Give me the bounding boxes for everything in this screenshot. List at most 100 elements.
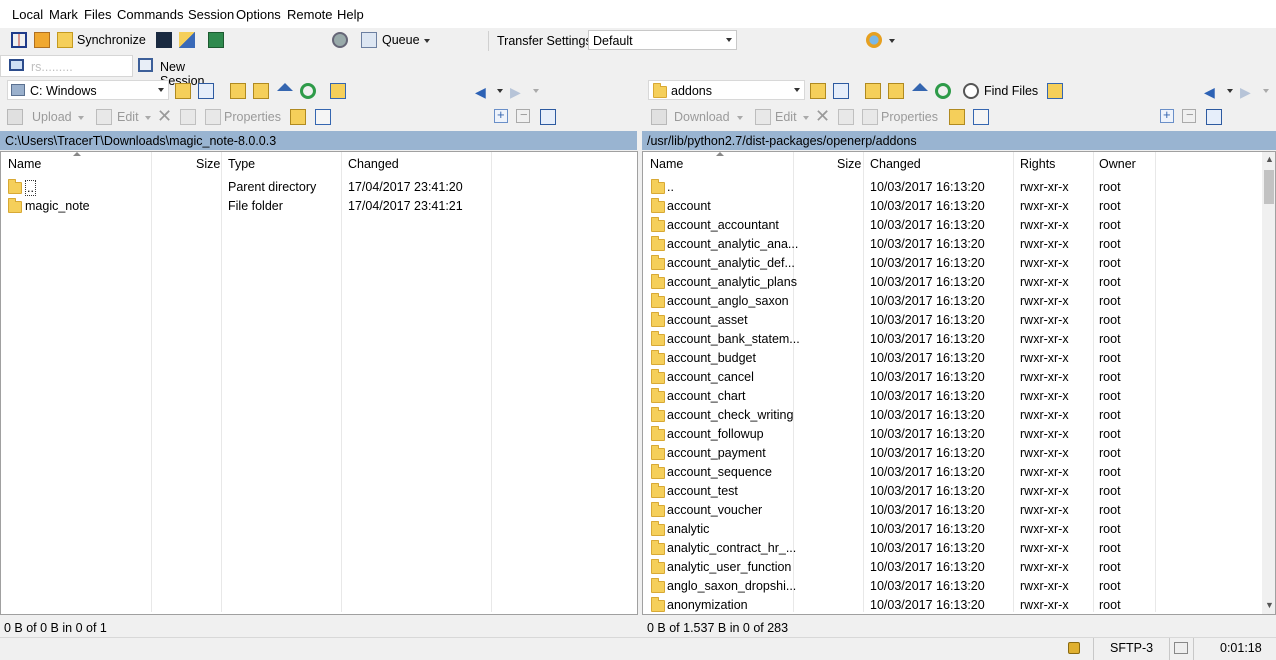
remote-col-name[interactable]: Name (650, 152, 683, 174)
refresh-icon[interactable] (935, 83, 951, 99)
menu-options[interactable]: Options (236, 7, 281, 22)
remote-edit-button[interactable]: Edit (775, 110, 797, 124)
local-path-bar[interactable]: C:\Users\TracerT\Downloads\magic_note-8.… (0, 131, 637, 150)
menu-mark[interactable]: Mark (49, 7, 78, 22)
scrollbar-thumb[interactable] (1264, 170, 1274, 204)
remote-col-rights[interactable]: Rights (1020, 152, 1055, 174)
filter-icon[interactable] (833, 83, 849, 99)
scroll-down-icon[interactable]: ▼ (1265, 600, 1274, 610)
lock-icon[interactable] (1068, 642, 1080, 654)
new-folder-icon[interactable] (949, 109, 965, 125)
local-col-changed[interactable]: Changed (348, 152, 399, 174)
root-directory-icon[interactable] (888, 83, 904, 99)
table-row[interactable]: account_accountant 10/03/2017 16:13:20 rwx… (643, 216, 1261, 235)
table-row[interactable]: analytic 10/03/2017 16:13:20 rwxr-xr-x root (643, 520, 1261, 539)
root-directory-icon[interactable] (253, 83, 269, 99)
find-files-button[interactable]: Find Files (984, 84, 1038, 98)
menu-session[interactable]: Session (188, 7, 234, 22)
filter-icon[interactable] (198, 83, 214, 99)
gear-icon[interactable] (332, 32, 348, 48)
scroll-up-icon[interactable]: ▲ (1265, 154, 1274, 164)
rename-icon[interactable] (838, 109, 854, 125)
table-row[interactable]: account_chart 10/03/2017 16:13:20 rwxr-xr-… (643, 387, 1261, 406)
home-icon[interactable] (277, 83, 293, 91)
unselect-files-icon[interactable]: − (1182, 107, 1196, 123)
refresh-icon[interactable] (300, 83, 316, 99)
select-files-icon[interactable]: + (1160, 107, 1174, 123)
menu-local[interactable]: Local (12, 7, 43, 22)
bookmarks-dropdown-icon[interactable] (889, 39, 895, 43)
upload-button[interactable]: Upload (32, 110, 72, 124)
keep-remote-up-to-date-icon[interactable] (34, 32, 50, 48)
remote-path-bar[interactable]: /usr/lib/python2.7/dist-packages/openerp… (642, 131, 1276, 150)
edit-dropdown-icon[interactable] (145, 116, 151, 120)
download-button[interactable]: Download (674, 110, 730, 124)
remote-col-owner[interactable]: Owner (1099, 152, 1136, 174)
open-folder-icon[interactable] (810, 83, 826, 99)
local-drive-select[interactable]: C: Windows (7, 80, 169, 100)
remote-file-list[interactable]: Name Size Changed Rights Owner .. 10/03/2… (642, 151, 1276, 615)
local-file-list[interactable]: Name Size Type Changed .. Parent directo… (0, 151, 638, 615)
queue-button[interactable]: Queue (382, 33, 420, 47)
remote-col-changed[interactable]: Changed (870, 152, 921, 174)
remote-directory-select[interactable]: addons (648, 80, 805, 100)
table-row[interactable]: anonymization 10/03/2017 16:13:20 rwxr-xr-… (643, 596, 1261, 614)
parent-directory-icon[interactable] (865, 83, 881, 99)
table-row[interactable]: account_followup 10/03/2017 16:13:20 rwxr-… (643, 425, 1261, 444)
table-row[interactable]: account_asset 10/03/2017 16:13:20 rwxr-xr-… (643, 311, 1261, 330)
upload-dropdown-icon[interactable] (78, 116, 84, 120)
remote-properties-button[interactable]: Properties (881, 110, 938, 124)
session-tab-current[interactable]: rs......... (0, 55, 133, 77)
table-row[interactable]: .. Parent directory 17/04/2017 23:41:20 (1, 178, 637, 197)
table-row[interactable]: account_sequence 10/03/2017 16:13:20 rwxr-… (643, 463, 1261, 482)
forward-dropdown-icon[interactable] (1263, 89, 1269, 93)
back-dropdown-icon[interactable] (497, 89, 503, 93)
table-row[interactable]: account 10/03/2017 16:13:20 rwxr-xr-x root (643, 197, 1261, 216)
forward-icon[interactable]: ▶ (1240, 84, 1251, 101)
local-edit-button[interactable]: Edit (117, 110, 139, 124)
new-folder-icon[interactable] (290, 109, 306, 125)
local-col-type[interactable]: Type (228, 152, 255, 174)
bookmarks-globe-icon[interactable] (866, 32, 882, 48)
putty-icon[interactable] (179, 32, 195, 48)
table-row[interactable]: .. 10/03/2017 16:13:20 rwxr-xr-x root (643, 178, 1261, 197)
filter-selection-icon[interactable] (1206, 109, 1222, 125)
table-row[interactable]: account_check_writing 10/03/2017 16:13:20… (643, 406, 1261, 425)
table-row[interactable]: magic_note File folder 17/04/2017 23:41:… (1, 197, 637, 216)
table-row[interactable]: anglo_saxon_dropshi... 10/03/2017 16:13:2… (643, 577, 1261, 596)
new-session-tab[interactable]: New Session (134, 55, 230, 88)
menu-remote[interactable]: Remote (287, 7, 333, 22)
home-icon[interactable] (912, 83, 928, 91)
table-row[interactable]: account_payment 10/03/2017 16:13:20 rwxr-x… (643, 444, 1261, 463)
menu-help[interactable]: Help (337, 7, 364, 22)
select-files-icon[interactable]: + (494, 107, 508, 123)
table-row[interactable]: account_anglo_saxon 10/03/2017 16:13:20 rw… (643, 292, 1261, 311)
tree-view-icon[interactable] (330, 83, 346, 99)
transfer-settings-select[interactable]: Default (588, 30, 737, 50)
forward-dropdown-icon[interactable] (533, 89, 539, 93)
vertical-scrollbar[interactable]: ▲ ▼ (1262, 152, 1275, 614)
queue-icon[interactable] (361, 32, 377, 48)
compare-directories-icon[interactable] (11, 32, 27, 48)
rename-icon[interactable] (180, 109, 196, 125)
table-row[interactable]: analytic_contract_hr_... 10/03/2017 16:13… (643, 539, 1261, 558)
unselect-files-icon[interactable]: − (516, 107, 530, 123)
local-properties-button[interactable]: Properties (224, 110, 281, 124)
menu-files[interactable]: Files (84, 7, 111, 22)
delete-icon[interactable]: ✕ (815, 106, 830, 127)
local-col-size[interactable]: Size (196, 152, 220, 174)
new-file-icon[interactable] (315, 109, 331, 125)
menu-commands[interactable]: Commands (117, 7, 183, 22)
table-row[interactable]: account_budget 10/03/2017 16:13:20 rwxr-xr… (643, 349, 1261, 368)
console-icon[interactable] (156, 32, 172, 48)
table-row[interactable]: account_voucher 10/03/2017 16:13:20 rwxr-x… (643, 501, 1261, 520)
local-col-name[interactable]: Name (8, 152, 41, 174)
table-row[interactable]: account_analytic_plans 10/03/2017 16:13:2… (643, 273, 1261, 292)
back-dropdown-icon[interactable] (1227, 89, 1233, 93)
open-folder-icon[interactable] (175, 83, 191, 99)
table-row[interactable]: account_analytic_ana... 10/03/2017 16:13:… (643, 235, 1261, 254)
synchronize-icon[interactable] (57, 32, 73, 48)
table-row[interactable]: account_analytic_def... 10/03/2017 16:13:… (643, 254, 1261, 273)
edit-dropdown-icon[interactable] (803, 116, 809, 120)
new-file-icon[interactable] (973, 109, 989, 125)
